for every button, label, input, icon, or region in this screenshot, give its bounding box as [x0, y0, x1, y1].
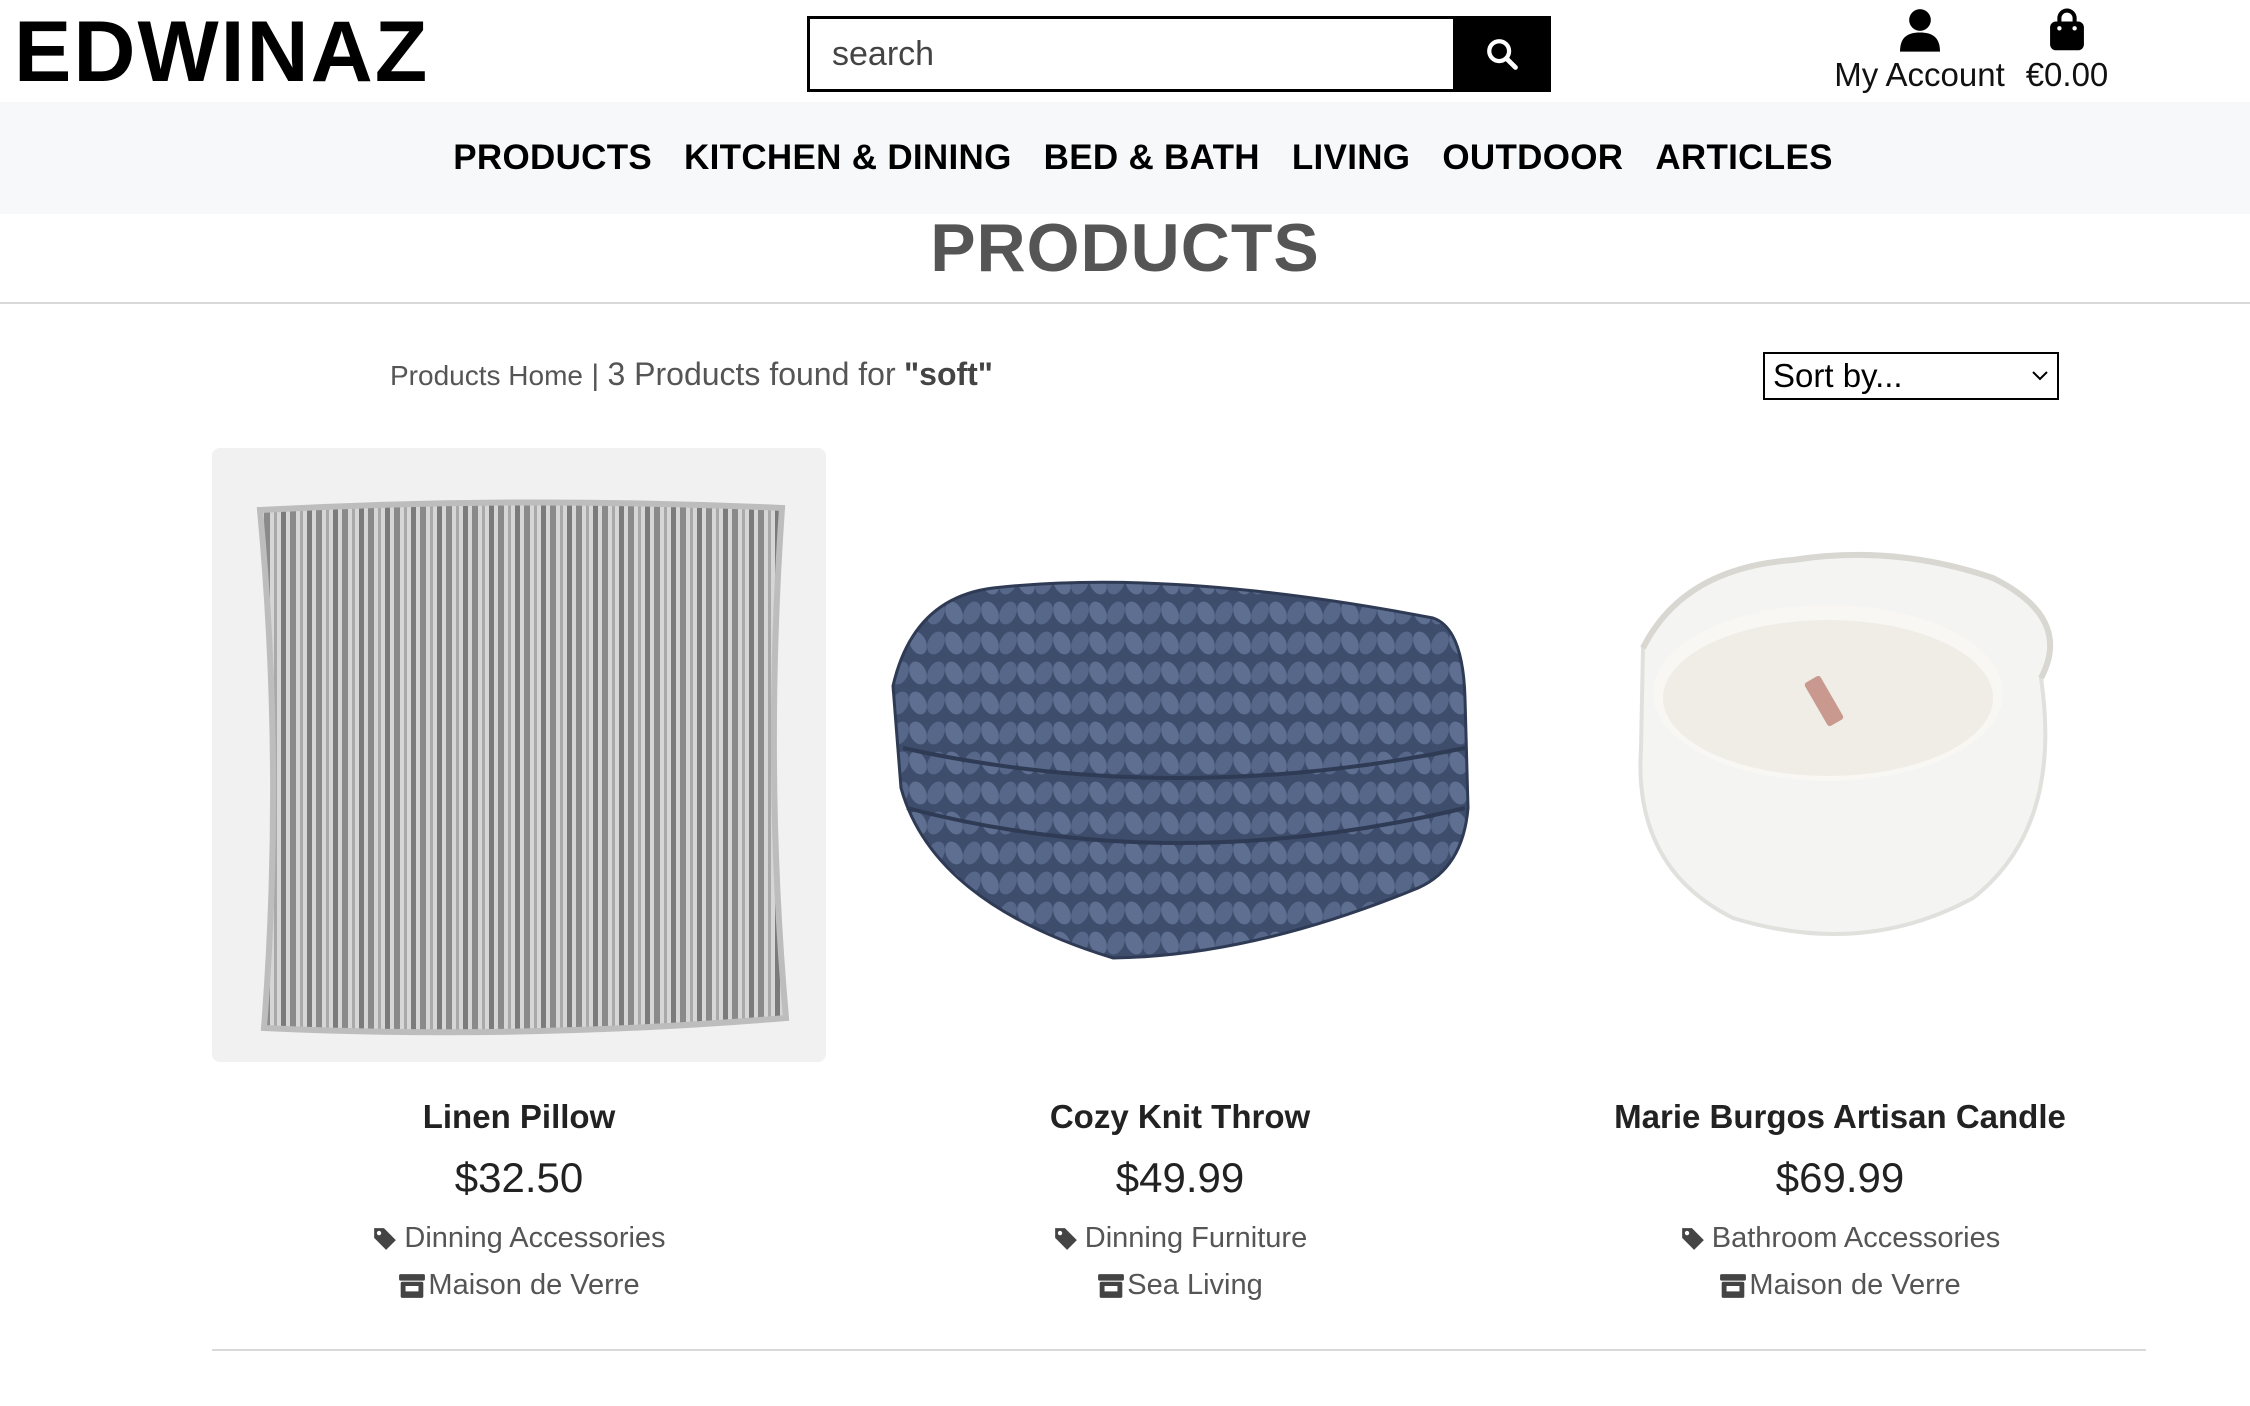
product-card[interactable]: Marie Burgos Artisan Candle $69.99 Bathr…	[1533, 448, 2147, 1302]
product-image[interactable]	[212, 448, 826, 1062]
search-input[interactable]	[807, 16, 1453, 92]
product-category[interactable]: Dinning Furniture	[873, 1222, 1487, 1255]
my-account-link[interactable]: My Account	[1832, 4, 2007, 100]
nav-item-outdoor[interactable]: OUTDOOR	[1442, 138, 1623, 178]
product-category-label: Bathroom Accessories	[1711, 1222, 2001, 1254]
nav-item-kitchen-dining[interactable]: KITCHEN & DINING	[684, 138, 1012, 178]
sort-select[interactable]: Sort by...	[1763, 352, 2059, 400]
product-name[interactable]: Linen Pillow	[212, 1098, 826, 1136]
title-divider	[0, 302, 2250, 304]
search-icon	[1487, 39, 1518, 70]
product-brand[interactable]: Maison de Verre	[1533, 1269, 2147, 1302]
breadcrumb-separator: |	[591, 359, 600, 392]
product-card[interactable]: Cozy Knit Throw $49.99 Dinning Furniture…	[873, 448, 1487, 1302]
page-title: PRODUCTS	[930, 210, 1320, 286]
results-count: 3 Products found for	[607, 356, 896, 392]
sort-select-value: Sort by...	[1773, 357, 1903, 394]
search-query: "soft"	[903, 356, 993, 392]
breadcrumb-products-home[interactable]: Products Home	[390, 360, 583, 391]
chevron-down-icon	[2032, 371, 2048, 381]
product-brand-label: Maison de Verre	[428, 1269, 640, 1301]
shopping-bag-icon	[2050, 8, 2084, 51]
product-name[interactable]: Marie Burgos Artisan Candle	[1533, 1098, 2147, 1136]
store-icon	[1098, 1273, 1125, 1298]
search-form	[807, 16, 1551, 92]
product-category-label: Dinning Accessories	[404, 1222, 666, 1254]
tag-icon	[1054, 1227, 1077, 1250]
nav-item-articles[interactable]: ARTICLES	[1655, 138, 1832, 178]
breadcrumb: Products Home | 3 Products found for "so…	[390, 356, 993, 393]
product-name[interactable]: Cozy Knit Throw	[873, 1098, 1487, 1136]
product-category[interactable]: Bathroom Accessories	[1533, 1222, 2147, 1255]
tag-icon	[1681, 1227, 1704, 1250]
product-category-label: Dinning Furniture	[1084, 1222, 1308, 1254]
cart-total: €0.00	[2025, 56, 2109, 93]
search-button[interactable]	[1453, 16, 1551, 92]
main-navigation: PRODUCTS KITCHEN & DINING BED & BATH LIV…	[0, 102, 2250, 214]
user-icon	[1899, 9, 1940, 52]
product-category[interactable]: Dinning Accessories	[212, 1222, 826, 1255]
product-price: $32.50	[454, 1154, 584, 1201]
product-brand[interactable]: Sea Living	[873, 1269, 1487, 1302]
tag-icon	[374, 1227, 397, 1250]
product-brand-label: Sea Living	[1127, 1269, 1263, 1301]
store-icon	[1720, 1273, 1747, 1298]
product-image[interactable]	[1533, 448, 2147, 1062]
my-account-label: My Account	[1834, 56, 2005, 93]
product-price: $49.99	[1115, 1154, 1245, 1201]
nav-item-products[interactable]: PRODUCTS	[453, 138, 652, 178]
product-brand-label: Maison de Verre	[1749, 1269, 1961, 1301]
content-divider	[212, 1349, 2146, 1351]
cart-link[interactable]: €0.00	[2022, 4, 2112, 100]
product-card[interactable]: Linen Pillow $32.50 Dinning Accessories …	[212, 448, 826, 1302]
brand-logo[interactable]: EDWINAZ	[14, 8, 429, 96]
store-icon	[399, 1273, 426, 1298]
nav-item-living[interactable]: LIVING	[1292, 138, 1410, 178]
product-price: $69.99	[1775, 1154, 1905, 1201]
product-image[interactable]	[873, 448, 1487, 1062]
nav-item-bed-bath[interactable]: BED & BATH	[1044, 138, 1260, 178]
site-header: EDWINAZ My Account €0.00	[0, 0, 2250, 102]
product-brand[interactable]: Maison de Verre	[212, 1269, 826, 1302]
